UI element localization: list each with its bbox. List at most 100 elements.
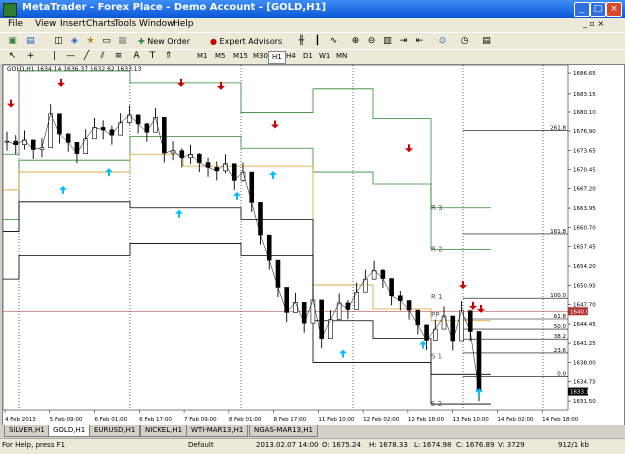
last-price-value: 1633.13 xyxy=(570,390,593,396)
status-open: O: 1675.24 xyxy=(322,441,361,449)
pivot-label: R 2 xyxy=(431,245,443,253)
status-low: L: 1674.98 xyxy=(414,441,452,449)
fib-label: 23.6 xyxy=(554,348,567,354)
profiles-icon[interactable]: ▤ xyxy=(24,35,37,48)
x-tick-label: 11 Feb 10:00 xyxy=(318,417,355,423)
crosshair-icon[interactable]: + xyxy=(24,50,37,63)
signal-arrow-up xyxy=(339,349,347,358)
strategy-tester-icon[interactable]: ▦ xyxy=(116,35,129,48)
y-tick-label: 1686.65 xyxy=(573,71,596,77)
chart-window[interactable]: 1686.65 1683.15 1680.10 1676.90 1673.65 1670.… xyxy=(2,64,625,426)
tile-windows-icon[interactable]: ▥ xyxy=(381,35,394,48)
x-tick-label: 13 Feb 10:00 xyxy=(453,417,490,423)
price-chart[interactable]: 1686.65 1683.15 1680.10 1676.90 1673.65 1670.… xyxy=(3,65,624,425)
maximize-button[interactable]: □ xyxy=(590,2,606,17)
status-high: H: 1678.33 xyxy=(369,441,408,449)
fib-label: 50.0 xyxy=(554,324,567,330)
templates-icon[interactable]: ▤ xyxy=(480,35,493,48)
new-chart-icon[interactable]: ▣ xyxy=(6,35,19,48)
label-icon[interactable]: T xyxy=(146,50,159,63)
close-button[interactable]: × xyxy=(606,2,622,17)
fib-label: 0.0 xyxy=(557,372,566,378)
fib-label: 100.0 xyxy=(550,293,566,299)
indicators-icon[interactable]: ⊙ xyxy=(436,35,449,48)
y-tick-label: 1663.95 xyxy=(573,206,596,212)
symbol-info: GOLD,H1 1634.14 1636.37 1632.62 1633.13 xyxy=(7,66,142,73)
pivot-label: S 2 xyxy=(431,400,442,408)
signal-arrow-up xyxy=(475,388,483,397)
menu-charts[interactable]: Charts xyxy=(86,19,115,29)
y-tick-label: 1641.25 xyxy=(573,341,596,347)
menu-file[interactable]: File xyxy=(8,19,23,29)
cursor-icon[interactable]: ↖ xyxy=(6,50,19,63)
y-tick-label: 1644.45 xyxy=(573,322,596,328)
y-tick-label: 1670.45 xyxy=(573,167,596,173)
y-tick-label: 1654.20 xyxy=(573,264,596,270)
channel-icon[interactable]: ⫽ xyxy=(96,50,109,63)
tab-ngas[interactable]: NGAS-MAR13,H1 xyxy=(249,425,318,437)
tf-w1[interactable]: W1 xyxy=(316,51,333,62)
auto-scroll-icon[interactable]: ⇥ xyxy=(397,35,410,48)
tab-eurusd[interactable]: EURUSD,H1 xyxy=(89,425,141,437)
status-connection: 912/1 kb xyxy=(558,441,589,449)
line-chart-icon[interactable]: ∿ xyxy=(327,35,340,48)
x-tick-label: 14 Feb 02:00 xyxy=(497,417,534,423)
tf-m15[interactable]: M15 xyxy=(230,51,251,62)
y-tick-label: 1634.75 xyxy=(573,380,596,386)
x-tick-label: 5 Feb 09:00 xyxy=(50,417,83,423)
periods-icon[interactable]: ◷ xyxy=(458,35,471,48)
minimize-button[interactable]: _ xyxy=(574,2,590,17)
data-window-icon[interactable]: ◈ xyxy=(68,35,81,48)
tab-wti[interactable]: WTI-MAR13,H1 xyxy=(186,425,249,437)
y-tick-label: 1638.00 xyxy=(573,360,596,366)
child-window-controls[interactable]: _ ▫ × xyxy=(583,19,604,28)
navigator-icon[interactable]: ★ xyxy=(84,35,97,48)
candlesticks-icon[interactable]: ┃ xyxy=(311,35,324,48)
menu-window[interactable]: Window xyxy=(139,19,175,29)
status-profile: Default xyxy=(188,441,214,449)
x-tick-label: 12 Feb 02:00 xyxy=(363,417,400,423)
horizontal-line-icon[interactable]: — xyxy=(64,50,77,63)
new-order-icon: ✚ xyxy=(138,37,148,46)
arrows-icon[interactable]: ⇑ xyxy=(162,50,175,63)
title-bar: MetaTrader - Forex Place - Demo Account … xyxy=(0,0,625,18)
menu-view[interactable]: View xyxy=(35,19,56,29)
x-tick-label: 6 Feb 01:00 xyxy=(95,417,128,423)
text-icon[interactable]: A xyxy=(130,50,143,63)
new-order-button[interactable]: ✚ New Order xyxy=(138,35,190,48)
x-tick-label: 8 Feb 17:00 xyxy=(274,417,307,423)
fibonacci-icon[interactable]: ≡ xyxy=(112,50,125,63)
pivot-label: PP xyxy=(431,311,439,319)
tab-nickel[interactable]: NICKEL,H1 xyxy=(140,425,188,437)
bar-chart-icon[interactable]: ╫ xyxy=(295,35,308,48)
y-tick-label: 1667.20 xyxy=(573,187,596,193)
chart-shift-icon[interactable]: ⇤ xyxy=(413,35,426,48)
menu-tools[interactable]: Tools xyxy=(114,19,136,29)
standard-toolbar: ▣ ▤ ◫ ◈ ★ ▭ ▦ ✚ New Order ● Expert Advis… xyxy=(0,32,625,50)
tf-mn[interactable]: MN xyxy=(333,51,350,62)
tab-silver[interactable]: SILVER,H1 xyxy=(4,425,50,437)
terminal-icon[interactable]: ▭ xyxy=(100,35,113,48)
tab-gold[interactable]: GOLD,H1 xyxy=(48,425,91,437)
status-help: For Help, press F1 xyxy=(2,441,66,449)
zoom-out-icon[interactable]: ⊖ xyxy=(365,35,378,48)
x-tick-label: 4 Feb 2013 xyxy=(5,417,36,423)
fib-label: 38.2 xyxy=(554,334,566,340)
trendline-icon[interactable]: ╱ xyxy=(80,50,93,63)
expert-advisors-button[interactable]: ● Expert Advisors xyxy=(210,35,282,48)
signal-arrow-up xyxy=(233,191,241,200)
menu-insert[interactable]: Insert xyxy=(60,19,86,29)
price-line xyxy=(6,113,480,392)
market-watch-icon[interactable]: ◫ xyxy=(52,35,65,48)
tf-m5[interactable]: M5 xyxy=(212,51,229,62)
menu-help[interactable]: Help xyxy=(173,19,194,29)
x-tick-label: 12 Feb 18:00 xyxy=(408,417,445,423)
signal-arrow-down xyxy=(57,78,65,87)
vertical-line-icon[interactable]: | xyxy=(48,50,61,63)
tf-h4[interactable]: H4 xyxy=(283,51,299,62)
menu-bar: File View Insert Charts Tools Window Hel… xyxy=(0,18,625,32)
fib-label: 261.8 xyxy=(550,125,566,131)
tf-m1[interactable]: M1 xyxy=(194,51,211,62)
tf-d1[interactable]: D1 xyxy=(300,51,316,62)
zoom-in-icon[interactable]: ⊕ xyxy=(349,35,362,48)
